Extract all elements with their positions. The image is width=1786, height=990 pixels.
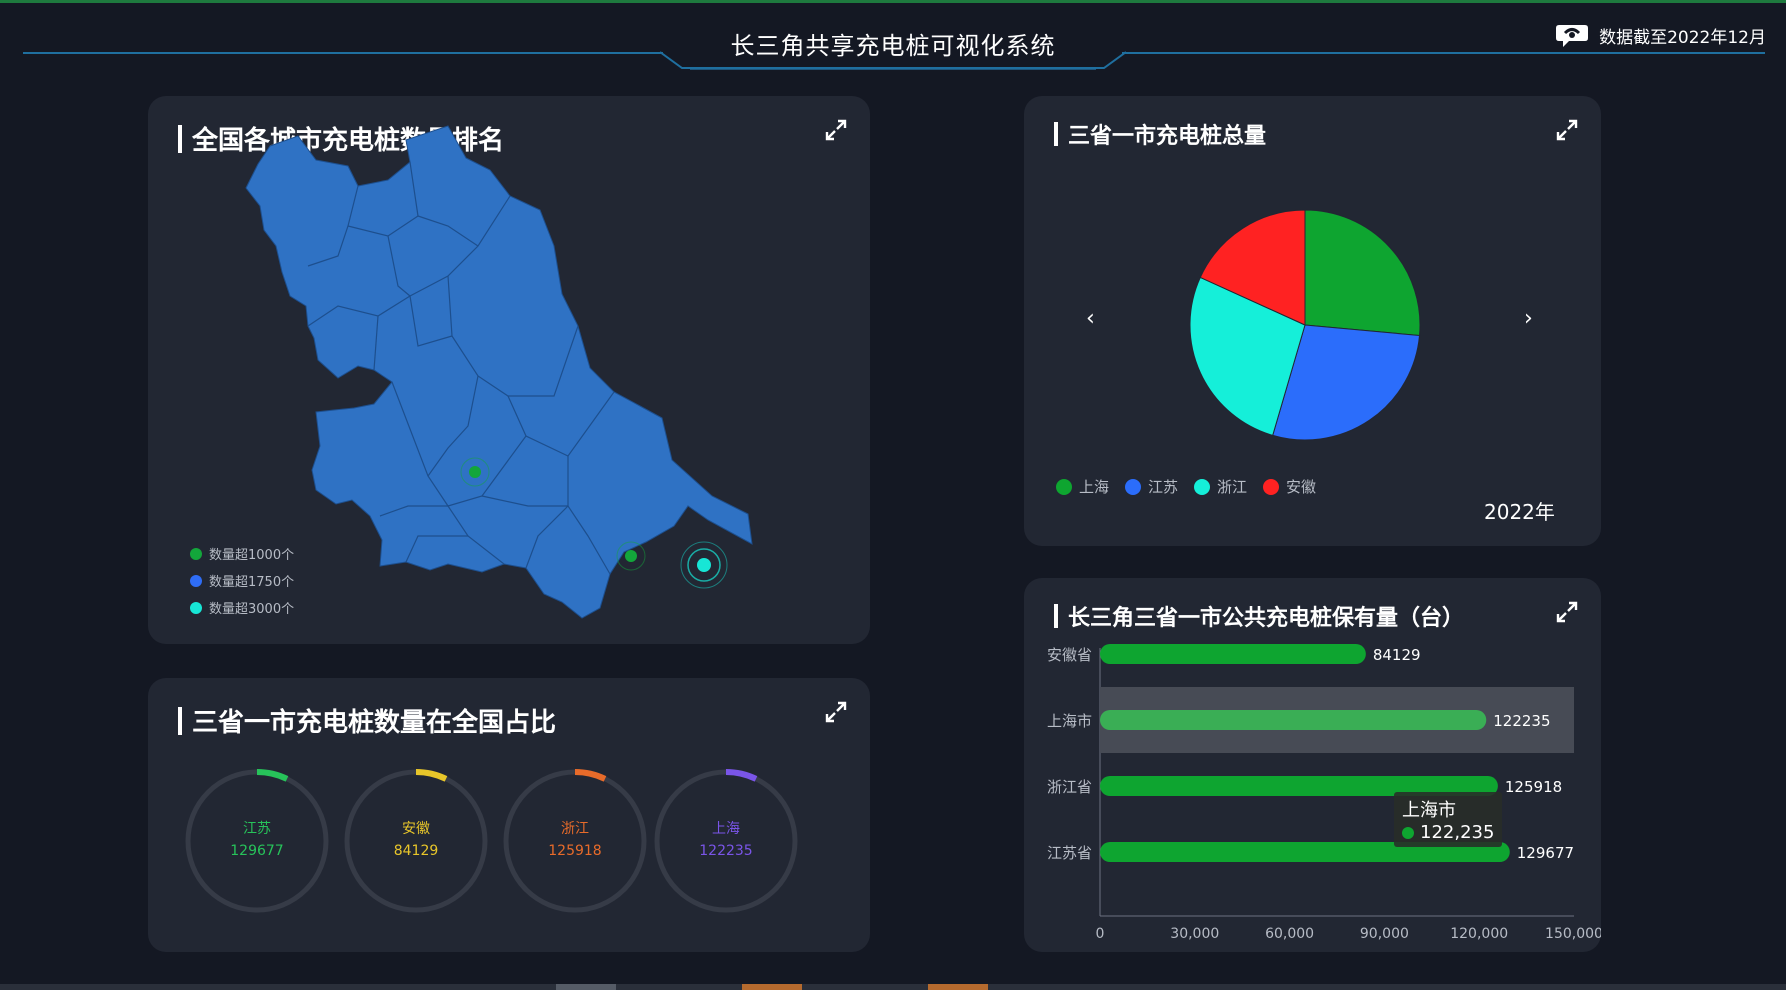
expand-icon[interactable] [1555, 118, 1579, 142]
ring-arc [415, 769, 448, 782]
ring-name: 上海 [712, 821, 740, 837]
pie-legend-item[interactable]: 浙江 [1194, 476, 1247, 497]
map-point-cyan[interactable] [680, 541, 728, 589]
ring-0[interactable]: 江苏 129677 [184, 768, 330, 914]
pie-legend: 上海 江苏 浙江 安徽 [1056, 476, 1316, 497]
date-label: 数据截至2022年12月 [1599, 27, 1766, 48]
bottom-tab[interactable] [928, 984, 988, 990]
bar-panel: 长三角三省一市公共充电桩保有量（台） 安徽省 84129 上海市 122235 浙江省 1… [1024, 578, 1601, 952]
ring-panel: 三省一市充电桩数量在全国占比 江苏 129677 安徽 84129 浙江 125918 上海… [148, 678, 870, 952]
bottom-tabs [0, 984, 1786, 990]
bar-value-label: 84129 [1373, 646, 1421, 664]
bar-category-label: 上海市 [1047, 712, 1092, 730]
page-title: 长三角共享充电桩可视化系统 [730, 32, 1056, 60]
pie-chart [1189, 209, 1421, 441]
pie-legend-label: 江苏 [1148, 478, 1179, 496]
pie-slice-上海[interactable] [1304, 209, 1421, 337]
x-tick-label: 90,000 [1360, 926, 1409, 942]
pie-panel-title: 三省一市充电桩总量 [1054, 118, 1266, 150]
map-panel: 全国各城市充电桩数量排名 数量超1000个 数量超1750个 数量超3000个 [148, 96, 870, 644]
next-arrow-icon[interactable]: › [1524, 306, 1533, 331]
ring-panel-title: 三省一市充电桩数量在全国占比 [178, 702, 556, 739]
ring-arc [574, 769, 607, 782]
bottom-tab[interactable] [742, 984, 802, 990]
ring-3[interactable]: 上海 122235 [653, 768, 799, 914]
header-line-right [1122, 52, 1765, 54]
ring-value: 84129 [393, 843, 439, 859]
ring-2[interactable]: 浙江 125918 [502, 768, 648, 914]
pie-legend-label: 上海 [1079, 478, 1110, 496]
chat-icon [1556, 25, 1589, 47]
prev-arrow-icon[interactable]: ‹ [1086, 306, 1095, 331]
ring-gauge [185, 769, 329, 913]
bar-tooltip: 上海市 122,235 [1394, 792, 1503, 847]
legend-dot [1194, 478, 1211, 495]
legend-dot-cyan [190, 601, 202, 614]
map-legend-label: 数量超1750个 [209, 575, 295, 590]
pie-panel: 三省一市充电桩总量 ‹ › 上海 江苏 浙江 安徽 2022年 [1024, 96, 1601, 546]
map-legend-label: 数量超1000个 [209, 548, 295, 563]
top-accent-line [0, 0, 1786, 3]
ring-name: 安徽 [402, 821, 430, 837]
ring-gauge [344, 769, 488, 913]
bar-value-label: 122235 [1493, 712, 1550, 730]
ring-arc [256, 769, 289, 782]
x-tick-label: 0 [1096, 926, 1105, 942]
bar-category-label: 江苏省 [1047, 844, 1092, 862]
header-line-left [23, 52, 663, 54]
bar-value-label: 129677 [1517, 844, 1574, 862]
pie-panel-title-text: 三省一市充电桩总量 [1068, 124, 1267, 149]
map-legend: 数量超1000个 数量超1750个 数量超3000个 [190, 544, 294, 625]
map-legend-item: 数量超1750个 [190, 571, 294, 590]
tooltip-value: 122,235 [1420, 822, 1495, 843]
map-legend-item: 数量超1000个 [190, 544, 294, 563]
x-tick-label: 150,000 [1545, 926, 1601, 942]
map-legend-label: 数量超3000个 [209, 602, 295, 617]
ring-value: 122235 [699, 843, 753, 859]
tooltip-row: 122,235 [1402, 822, 1494, 843]
tooltip-title: 上海市 [1402, 800, 1456, 821]
legend-dot [1056, 478, 1072, 495]
x-tick-label: 60,000 [1265, 926, 1314, 942]
ring-1[interactable]: 安徽 84129 [343, 768, 489, 914]
pie-legend-label: 浙江 [1217, 478, 1248, 496]
ring-name: 浙江 [561, 821, 589, 837]
pie-legend-label: 安徽 [1286, 478, 1317, 496]
bar-chart: 安徽省 84129 上海市 122235 浙江省 125918 江苏省 129677 0 30,0… [1047, 644, 1601, 942]
bar-安徽省[interactable] [1100, 644, 1366, 664]
x-tick-label: 120,000 [1450, 926, 1508, 942]
ring-gauge [503, 769, 647, 913]
map-region[interactable] [245, 125, 753, 619]
x-tick-label: 30,000 [1170, 926, 1219, 942]
pie-legend-item[interactable]: 安徽 [1263, 476, 1316, 497]
data-date: 数据截至2022年12月 [1555, 22, 1766, 48]
legend-dot [1125, 478, 1142, 495]
ring-arc [725, 769, 758, 782]
map-legend-item: 数量超3000个 [190, 598, 294, 617]
bottom-tab[interactable] [556, 984, 616, 990]
pie-year: 2022年 [1484, 500, 1555, 524]
pie-legend-item[interactable]: 江苏 [1125, 476, 1178, 497]
legend-dot-green [190, 547, 202, 560]
ring-value: 129677 [230, 843, 284, 859]
tooltip-dot [1402, 826, 1414, 839]
bar-category-label: 安徽省 [1047, 646, 1092, 664]
ring-value: 125918 [548, 843, 602, 859]
ring-panel-title-text: 三省一市充电桩数量在全国占比 [192, 708, 557, 738]
expand-icon[interactable] [824, 700, 848, 724]
pie-legend-item[interactable]: 上海 [1056, 476, 1109, 497]
legend-dot [1263, 478, 1280, 495]
bar-category-label: 浙江省 [1047, 778, 1092, 796]
ring-name: 江苏 [243, 821, 271, 837]
bar-value-label: 125918 [1505, 778, 1562, 796]
bar-上海市[interactable] [1100, 710, 1487, 730]
ring-gauge [654, 769, 798, 913]
legend-dot-blue [190, 574, 202, 587]
